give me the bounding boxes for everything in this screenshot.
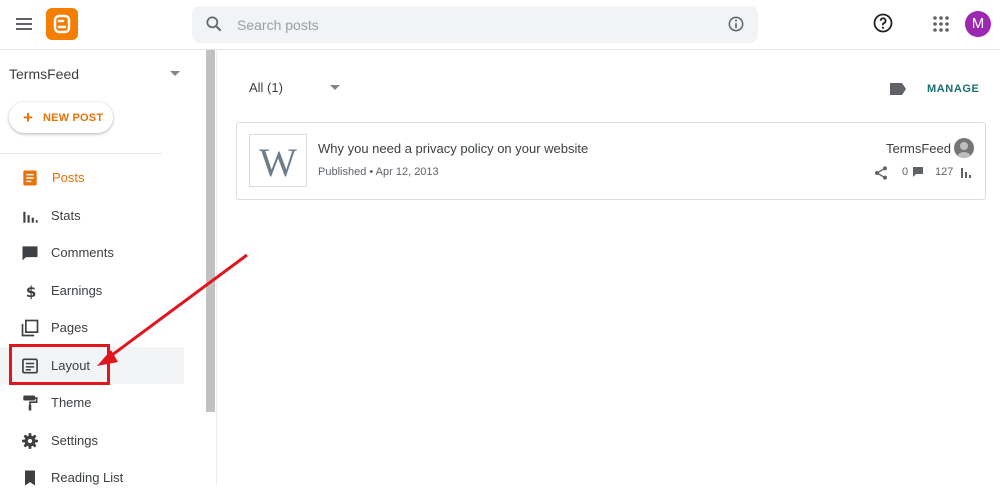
- annotation-arrow: [97, 253, 248, 366]
